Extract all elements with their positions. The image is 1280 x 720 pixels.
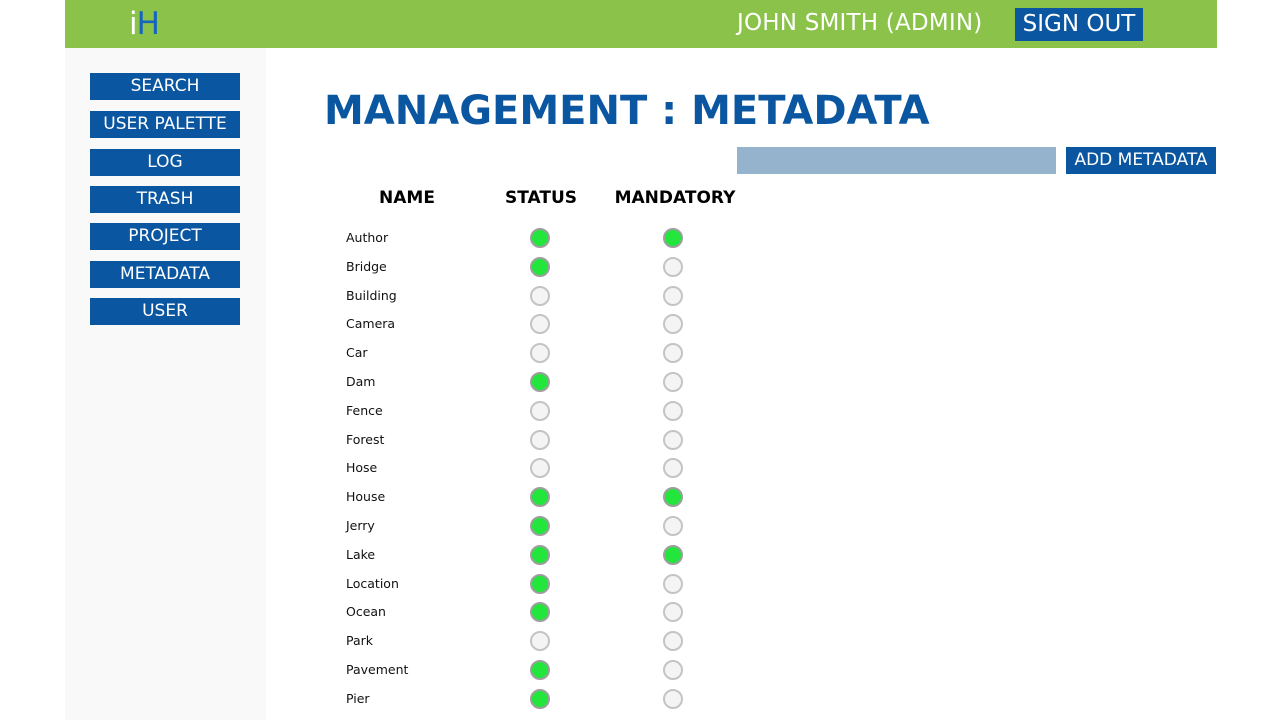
add-metadata-button[interactable]: ADD METADATA [1066,147,1216,174]
status-radio[interactable] [530,602,550,623]
mandatory-radio[interactable] [663,631,683,652]
sign-out-button[interactable]: SIGN OUT [1015,8,1143,41]
status-radio[interactable] [530,515,550,536]
metadata-name: Ocean [346,604,386,620]
status-radio[interactable] [530,659,550,680]
metadata-list: Author Bridge Building Camera Car Dam Fence For… [65,224,765,720]
metadata-name: Park [346,633,374,649]
metadata-name: Dam [346,373,376,389]
status-radio[interactable] [530,228,550,248]
status-radio[interactable] [530,573,550,594]
sidebar-item-trash[interactable]: TRASH [90,186,240,213]
column-header-mandatory: MANDATORY [614,188,736,208]
mandatory-radio[interactable] [663,688,683,709]
new-metadata-input[interactable] [737,147,1056,174]
mandatory-radio[interactable] [663,573,683,594]
current-user-label: JOHN SMITH (ADMIN) [737,10,983,36]
status-radio[interactable] [530,688,550,709]
table-row: Forest [65,426,765,455]
metadata-name: Car [346,345,368,361]
sidebar-item-search[interactable]: SEARCH [90,73,240,100]
metadata-name: Hose [346,460,378,476]
table-row: Park [65,627,765,656]
mandatory-radio[interactable] [663,515,683,536]
status-radio[interactable] [530,371,550,392]
table-row: Pier [65,685,765,714]
status-radio[interactable] [530,285,550,306]
status-radio[interactable] [530,256,550,277]
column-header-name: NAME [379,188,435,208]
status-radio[interactable] [530,400,550,421]
mandatory-radio[interactable] [663,458,683,479]
table-row: Author [65,224,765,253]
column-header-status: STATUS [504,188,577,208]
metadata-name: House [346,489,386,505]
mandatory-radio[interactable] [663,602,683,623]
mandatory-radio[interactable] [663,429,683,450]
mandatory-radio[interactable] [663,487,683,508]
table-row: Ocean [65,598,765,627]
mandatory-radio[interactable] [663,256,683,277]
metadata-name: Location [346,575,399,591]
sidebar-item-user-palette[interactable]: USER PALETTE [90,111,240,138]
sidebar-item-log[interactable]: LOG [90,149,240,176]
table-row: House [65,483,765,512]
table-row: Camera [65,310,765,339]
status-radio[interactable] [530,458,550,479]
mandatory-radio[interactable] [663,544,683,565]
mandatory-radio[interactable] [663,285,683,306]
metadata-name: Camera [346,316,396,332]
mandatory-radio[interactable] [663,343,683,364]
metadata-name: Bridge [346,258,387,274]
metadata-name: Building [346,287,397,303]
mandatory-radio[interactable] [663,228,683,248]
metadata-name: Forest [346,431,385,447]
table-row: Jerry [65,512,765,541]
app-logo[interactable]: iH [129,2,160,46]
table-row: Dam [65,368,765,397]
table-row: Hose [65,454,765,483]
table-row: Lake [65,541,765,570]
logo-letter-i: i [129,6,138,42]
mandatory-radio[interactable] [663,659,683,680]
table-row: Pavement [65,656,765,685]
status-radio[interactable] [530,631,550,652]
status-radio[interactable] [530,429,550,450]
status-radio[interactable] [530,487,550,508]
app-window: iH JOHN SMITH (ADMIN) SIGN OUT SEARCH US… [65,0,1217,720]
metadata-name: Pier [346,690,370,706]
status-radio[interactable] [530,343,550,364]
metadata-name: Lake [346,546,376,562]
table-row: Building [65,282,765,311]
status-radio[interactable] [530,544,550,565]
mandatory-radio[interactable] [663,314,683,335]
top-bar: iH JOHN SMITH (ADMIN) SIGN OUT [65,0,1217,48]
metadata-name: Pavement [346,661,409,677]
logo-letter-h: H [136,6,160,42]
table-row: Bridge [65,253,765,282]
metadata-name: Author [346,230,389,245]
metadata-name: Jerry [346,517,375,533]
metadata-name: Fence [346,402,383,418]
table-row: Fence [65,397,765,426]
mandatory-radio[interactable] [663,371,683,392]
table-row: Location [65,570,765,599]
page-title: MANAGEMENT : METADATA [324,88,930,134]
table-row: Car [65,339,765,368]
mandatory-radio[interactable] [663,400,683,421]
status-radio[interactable] [530,314,550,335]
